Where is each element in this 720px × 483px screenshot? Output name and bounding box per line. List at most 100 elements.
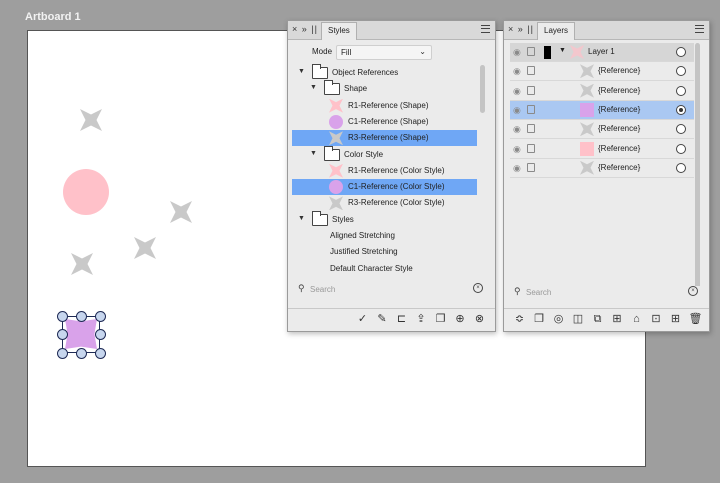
tree-folder[interactable]: ▼ Color Style — [292, 145, 477, 163]
delete-icon[interactable]: 🗑 — [689, 313, 703, 326]
lock-icon[interactable] — [527, 124, 535, 134]
visibility-eye-icon[interactable]: ◉ — [513, 144, 521, 155]
visibility-eye-icon[interactable]: ◉ — [513, 86, 521, 97]
disclosure-triangle-icon[interactable]: ▼ — [559, 47, 566, 54]
layer-row[interactable]: ◉ {Reference} — [510, 120, 694, 140]
layer-row[interactable]: ◉ {Reference} — [510, 159, 694, 178]
detach-icon[interactable]: ⊏ — [395, 313, 408, 326]
layer-select-radio[interactable] — [676, 162, 686, 173]
canvas-pink-circle[interactable] — [63, 169, 109, 215]
tree-item[interactable]: Aligned Stretching — [292, 228, 477, 244]
style-swatch-icon — [329, 180, 343, 195]
tree-item[interactable]: Default Character Style — [292, 261, 477, 277]
group-icon[interactable]: ⧉ — [591, 313, 604, 326]
lock-icon[interactable] — [527, 47, 535, 56]
lock-icon[interactable] — [527, 104, 535, 114]
search-input[interactable]: Search — [526, 288, 551, 297]
mode-select[interactable]: Fill ⌄ — [336, 45, 432, 60]
layer-thumbnail — [580, 122, 594, 137]
panel-controls[interactable]: × » || — [508, 24, 534, 34]
tab-styles[interactable]: Styles — [321, 22, 357, 40]
resize-handle[interactable] — [76, 348, 87, 359]
add-icon[interactable]: ⊕ — [454, 313, 467, 326]
edit-icon[interactable]: ✎ — [376, 313, 389, 326]
tree-item[interactable]: R3-Reference (Shape) — [292, 130, 477, 147]
tree-item[interactable]: R3-Reference (Color Style) — [292, 195, 477, 211]
lock-icon[interactable] — [527, 143, 535, 153]
layer-row[interactable]: ◉ {Reference} — [510, 62, 694, 82]
tree-folder[interactable]: ▼ Object References — [292, 64, 477, 81]
canvas-star-shape[interactable] — [170, 201, 192, 223]
layers-panel-titlebar[interactable]: × » || Layers — [504, 21, 709, 40]
export-icon[interactable]: ⇪ — [415, 313, 428, 326]
layer-row[interactable]: ◉ {Reference} — [510, 100, 694, 120]
boolean-icon[interactable]: ◫ — [572, 313, 585, 326]
filter-icon[interactable]: ≎ — [513, 313, 526, 326]
layer-select-radio[interactable] — [676, 143, 686, 154]
resize-handle[interactable] — [57, 329, 68, 340]
styles-search[interactable]: ⚲ Search × — [296, 283, 485, 297]
canvas-star-shape[interactable] — [71, 253, 93, 275]
search-input[interactable]: Search — [310, 285, 335, 294]
visibility-eye-icon[interactable]: ◉ — [513, 66, 521, 77]
resize-handle[interactable] — [95, 329, 106, 340]
disclosure-triangle-icon[interactable]: ▼ — [310, 84, 317, 91]
disclosure-triangle-icon[interactable]: ▼ — [298, 215, 305, 222]
lock-icon[interactable] — [527, 162, 535, 172]
visibility-eye-icon[interactable]: ◉ — [513, 124, 521, 135]
tree-item[interactable]: R1-Reference (Color Style) — [292, 163, 477, 179]
visibility-eye-icon[interactable]: ◉ — [513, 163, 521, 174]
folder-icon — [312, 64, 328, 79]
grid-icon[interactable]: ⊞ — [611, 313, 624, 326]
panel-controls[interactable]: × » || — [292, 24, 318, 34]
snapshot-icon[interactable]: ⌂ — [630, 313, 643, 326]
tree-folder[interactable]: ▼ Shape — [292, 80, 477, 97]
styles-panel-titlebar[interactable]: × » || Styles — [288, 21, 495, 40]
tree-item[interactable]: R1-Reference (Shape) — [292, 98, 477, 114]
layer-select-radio[interactable] — [676, 104, 686, 115]
layers-scrollbar[interactable] — [695, 43, 700, 296]
tree-item[interactable]: C1-Reference (Color Style) — [292, 179, 477, 196]
clear-search-icon[interactable]: × — [688, 286, 698, 296]
layer-row[interactable]: ◉ {Reference} — [510, 82, 694, 101]
visibility-eye-icon[interactable]: ◉ — [513, 47, 521, 58]
clear-search-icon[interactable]: × — [473, 283, 483, 293]
disclosure-triangle-icon[interactable]: ▼ — [310, 150, 317, 157]
canvas-star-shape[interactable] — [134, 237, 156, 259]
styles-scrollbar[interactable] — [480, 65, 485, 113]
layer-select-radio[interactable] — [676, 66, 686, 77]
resize-handle[interactable] — [76, 311, 87, 322]
tab-layers[interactable]: Layers — [537, 22, 576, 40]
layer-row[interactable]: ◉ {Reference} — [510, 140, 694, 159]
apply-icon[interactable]: ✓ — [356, 313, 369, 326]
tree-item-label: R1-Reference (Shape) — [348, 100, 429, 110]
tree-folder[interactable]: ▼ Styles — [292, 210, 477, 228]
tree-item[interactable]: C1-Reference (Shape) — [292, 114, 477, 130]
disclosure-triangle-icon[interactable]: ▼ — [298, 68, 305, 75]
duplicate-icon[interactable]: ❐ — [434, 313, 447, 326]
visibility-eye-icon[interactable]: ◉ — [513, 105, 521, 116]
new-artboard-icon[interactable]: ⊡ — [650, 313, 663, 326]
mask-icon[interactable]: ◎ — [552, 313, 565, 326]
resize-handle[interactable] — [95, 311, 106, 322]
duplicate-layer-icon[interactable]: ❐ — [533, 313, 546, 326]
lock-icon[interactable] — [527, 85, 535, 95]
remove-icon[interactable]: ⊗ — [473, 313, 486, 326]
layer-select-radio[interactable] — [676, 85, 686, 96]
layers-search[interactable]: ⚲ Search × — [512, 286, 700, 300]
tree-item-label: R3-Reference (Color Style) — [348, 198, 445, 208]
layer-group-row[interactable]: ◉ ▼ Layer 1 — [510, 43, 694, 62]
panel-menu-icon[interactable] — [481, 25, 490, 33]
resize-handle[interactable] — [95, 348, 106, 359]
layer-select-radio[interactable] — [676, 47, 686, 57]
panel-menu-icon[interactable] — [695, 25, 704, 33]
add-layer-icon[interactable]: ⊞ — [669, 313, 682, 326]
resize-handle[interactable] — [57, 311, 68, 322]
layer-select-radio[interactable] — [676, 124, 686, 135]
tree-item[interactable]: Justified Stretching — [292, 244, 477, 260]
lock-icon[interactable] — [527, 66, 535, 76]
tree-item-label: C1-Reference (Color Style) — [348, 182, 445, 192]
canvas-star-shape[interactable] — [80, 109, 102, 131]
layers-toolbar: ≎ ❐ ◎ ◫ ⧉ ⊞ ⌂ ⊡ ⊞ 🗑 — [504, 308, 709, 328]
resize-handle[interactable] — [57, 348, 68, 359]
